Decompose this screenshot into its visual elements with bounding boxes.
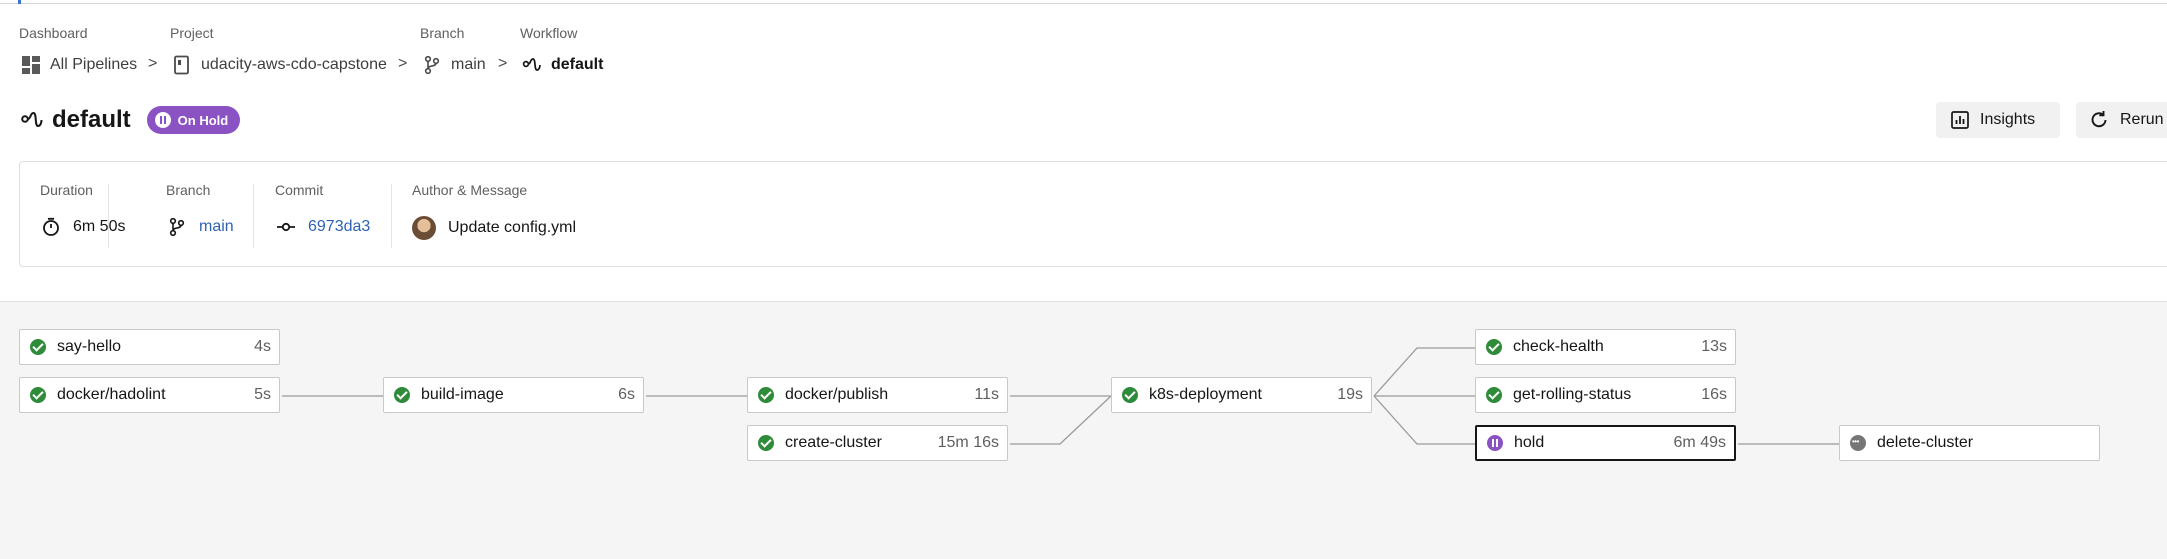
insights-button[interactable]: Insights — [1936, 102, 2060, 138]
job-duration: 5s — [254, 386, 271, 403]
job-duration: 6m 49s — [1673, 434, 1726, 451]
job-name: delete-cluster — [1877, 434, 1974, 451]
success-icon — [758, 435, 774, 451]
breadcrumb-separator: > — [148, 55, 158, 72]
commit-field: Commit 6973da3 — [275, 182, 370, 235]
job-name: say-hello — [57, 338, 122, 355]
divider — [391, 184, 392, 248]
breadcrumb-workflow-label: default — [551, 56, 604, 73]
breadcrumb-separator: > — [398, 55, 408, 72]
status-badge-label: On Hold — [177, 112, 229, 128]
branch-link[interactable]: main — [199, 218, 234, 236]
commit-message: Update config.yml — [448, 219, 577, 236]
rerun-icon — [2091, 111, 2107, 128]
workflow-icon — [521, 54, 543, 76]
pipeline-summary-card: Duration 6m 50s Branch main Commit 6973d… — [19, 161, 2167, 267]
author-message-label: Author & Message — [412, 182, 528, 198]
job-card[interactable]: say-hello 4s — [19, 329, 280, 365]
breadcrumb-dashboard[interactable]: All Pipelines — [20, 53, 137, 77]
breadcrumb-separator: > — [498, 55, 508, 72]
status-badge: On Hold — [146, 106, 241, 134]
job-card[interactable]: delete-cluster — [1839, 425, 2100, 461]
success-icon — [1486, 387, 1502, 403]
branch-icon — [166, 216, 188, 238]
breadcrumb-workflow[interactable]: default — [521, 53, 603, 77]
blocked-icon — [1850, 434, 1866, 451]
job-card[interactable]: docker/hadolint 5s — [19, 377, 280, 413]
success-icon — [1122, 387, 1138, 403]
breadcrumb-branch-label: main — [451, 56, 486, 73]
job-name: k8s-deployment — [1149, 386, 1262, 403]
job-name: create-cluster — [785, 434, 882, 451]
job-card[interactable]: docker/publish 11s — [747, 377, 1008, 413]
rerun-button[interactable]: Rerun — [2076, 102, 2167, 138]
page-title: default — [52, 106, 131, 133]
workflow-icon — [21, 111, 43, 128]
job-name: check-health — [1513, 338, 1604, 355]
divider — [253, 184, 254, 248]
top-divider — [0, 3, 2167, 4]
rerun-label: Rerun — [2120, 111, 2164, 128]
page: Dashboard Project Branch Workflow All Pi… — [0, 0, 2167, 559]
job-name: build-image — [421, 386, 504, 403]
project-icon — [171, 54, 193, 76]
success-icon — [30, 339, 46, 355]
duration-value: 6m 50s — [73, 218, 126, 235]
workflow-header: default On Hold — [20, 104, 241, 136]
commit-link[interactable]: 6973da3 — [308, 218, 370, 236]
job-card[interactable]: build-image 6s — [383, 377, 644, 413]
job-duration: 6s — [618, 386, 635, 403]
job-name: get-rolling-status — [1513, 386, 1632, 403]
top-accent — [18, 0, 21, 4]
job-duration: 15m 16s — [937, 434, 999, 451]
breadcrumb-project-label: udacity-aws-cdo-capstone — [201, 56, 387, 73]
job-name: hold — [1514, 434, 1545, 451]
branch-field: Branch main — [166, 182, 234, 237]
breadcrumb-dashboard-label: All Pipelines — [50, 56, 138, 73]
breadcrumb-label-dashboard: Dashboard — [19, 25, 88, 41]
duration-field: Duration 6m 50s — [40, 182, 125, 236]
avatar — [412, 216, 436, 240]
workflow-graph: say-hello 4s docker/hadolint 5s build-im… — [0, 301, 2167, 559]
job-name: docker/hadolint — [57, 386, 166, 403]
breadcrumb-branch[interactable]: main — [421, 53, 486, 77]
success-icon — [394, 387, 410, 403]
job-card-hold[interactable]: hold 6m 49s — [1475, 425, 1736, 461]
job-card[interactable]: k8s-deployment 19s — [1111, 377, 1372, 413]
job-duration: 19s — [1337, 386, 1363, 403]
dashboard-icon — [20, 54, 42, 76]
job-card[interactable]: check-health 13s — [1475, 329, 1736, 365]
breadcrumb-label-project: Project — [170, 25, 214, 41]
duration-label: Duration — [40, 182, 93, 198]
job-card[interactable]: get-rolling-status 16s — [1475, 377, 1736, 413]
job-duration: 11s — [974, 386, 999, 403]
pause-icon — [1487, 435, 1503, 451]
divider — [108, 184, 109, 248]
commit-label: Commit — [275, 182, 324, 198]
insights-icon — [1951, 111, 1969, 129]
pause-icon — [154, 112, 171, 128]
success-icon — [30, 387, 46, 403]
commit-icon — [275, 216, 297, 238]
job-duration: 4s — [254, 338, 271, 355]
insights-label: Insights — [1980, 111, 2036, 128]
job-duration: 16s — [1701, 386, 1727, 403]
breadcrumb-label-workflow: Workflow — [520, 25, 578, 41]
branch-icon — [421, 54, 443, 76]
job-duration: 13s — [1701, 338, 1727, 355]
timer-icon — [40, 216, 62, 238]
breadcrumb-project[interactable]: udacity-aws-cdo-capstone — [171, 53, 387, 77]
job-name: docker/publish — [785, 386, 889, 403]
breadcrumb-label-branch: Branch — [420, 25, 465, 41]
success-icon — [758, 387, 774, 403]
branch-label: Branch — [166, 182, 211, 198]
author-message-field: Author & Message Update config.yml — [412, 182, 576, 240]
job-card[interactable]: create-cluster 15m 16s — [747, 425, 1008, 461]
success-icon — [1486, 339, 1502, 355]
